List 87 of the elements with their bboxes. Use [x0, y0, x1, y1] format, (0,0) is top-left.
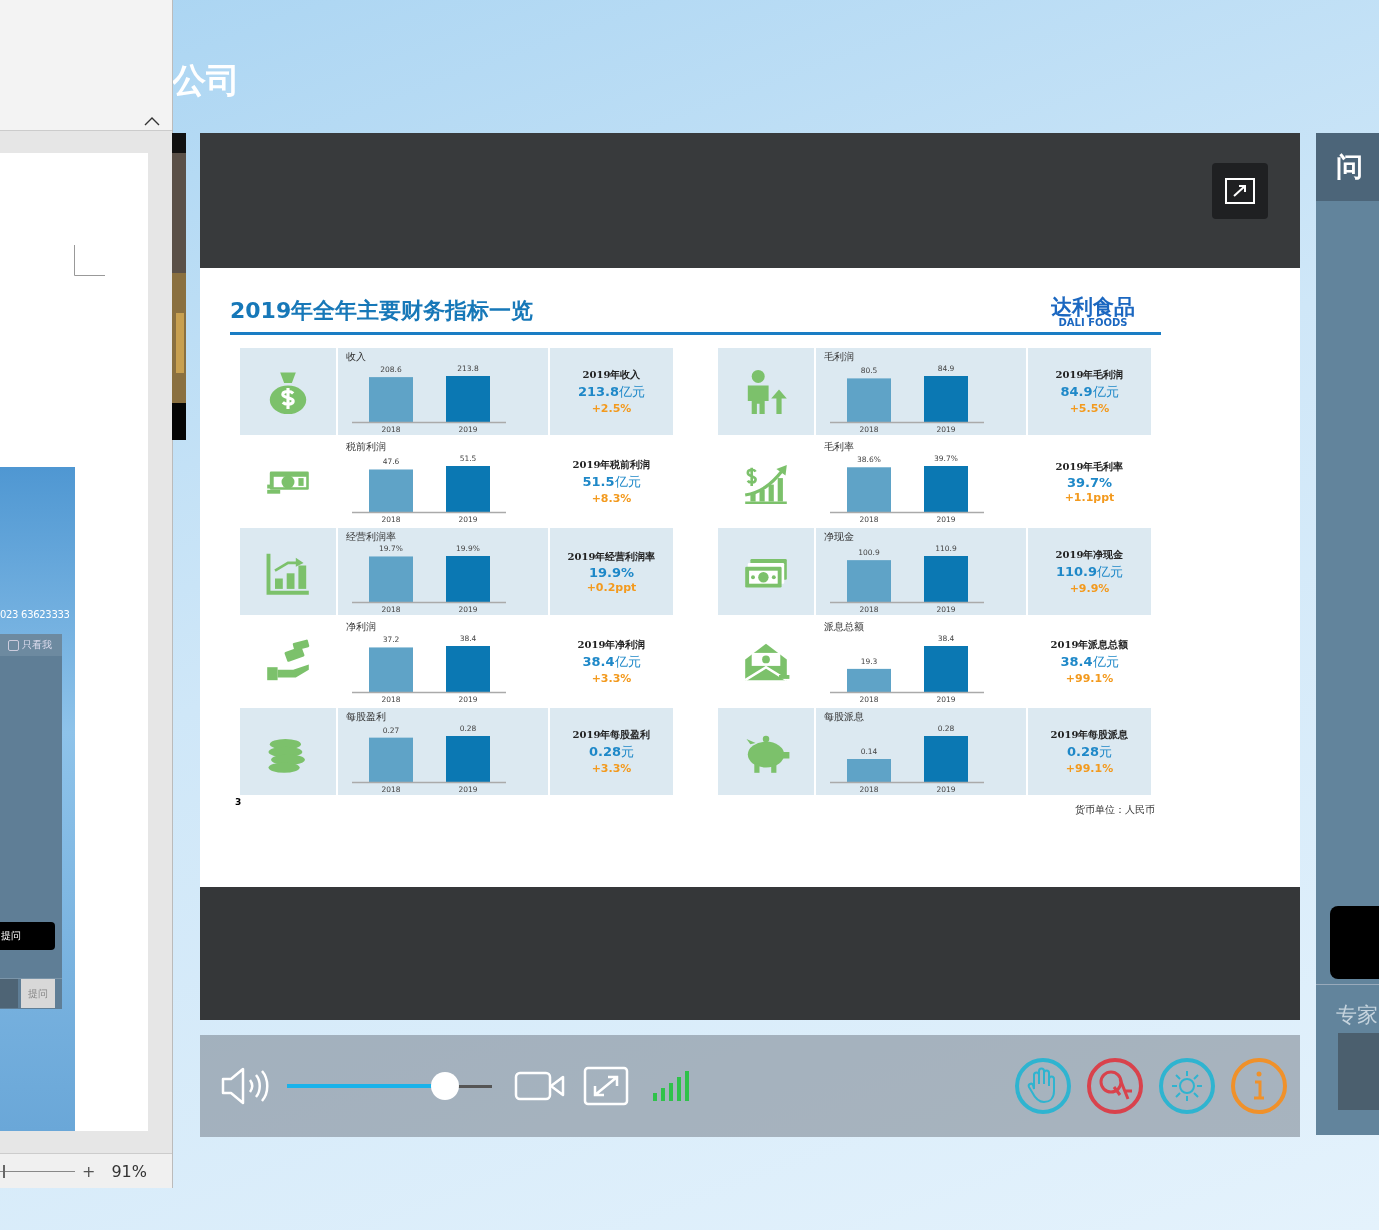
fullscreen-button[interactable]	[1212, 163, 1268, 219]
change-value: +1.1ppt	[1064, 490, 1115, 504]
summary-label: 2019年经营利润率	[567, 549, 656, 564]
page-number: 3	[235, 797, 242, 809]
panel-title: 问	[1336, 150, 1363, 184]
zoom-in-button[interactable]: +	[80, 1161, 98, 1181]
bar	[446, 646, 490, 692]
question-field[interactable]	[0, 979, 18, 1008]
bar	[369, 647, 413, 692]
change-value: +0.2ppt	[586, 580, 637, 594]
change-value: +3.3%	[591, 762, 632, 775]
brightness-icon[interactable]	[1158, 1057, 1216, 1115]
summary-value: 38.4亿元	[1060, 653, 1119, 671]
slide-title: 2019年全年主要财务指标一览	[230, 297, 534, 325]
bar	[924, 736, 968, 782]
summary-value: 19.9%	[588, 564, 635, 580]
logo-subtitle: DALI FOODS	[1058, 318, 1128, 328]
summary-value: 110.9亿元	[1055, 563, 1124, 581]
chart-title: 毛利率	[824, 441, 855, 453]
change-value: +99.1%	[1065, 672, 1114, 685]
change-value: +8.3%	[591, 492, 632, 505]
chart-title: 派息总额	[824, 621, 865, 633]
summary-label: 2019年税前利润	[572, 458, 651, 472]
bar	[847, 560, 891, 602]
summary-label: 2019年毛利润	[1055, 368, 1124, 382]
bar	[369, 377, 413, 422]
change-value: +99.1%	[1065, 762, 1114, 775]
speaker-icon[interactable]	[220, 1066, 270, 1106]
exit-fullscreen-icon[interactable]	[583, 1066, 629, 1106]
bar	[446, 556, 490, 602]
camera-icon[interactable]	[514, 1069, 566, 1103]
slider-thumb[interactable]	[430, 1072, 459, 1100]
bar	[446, 736, 490, 782]
chart-title: 净利润	[346, 621, 377, 633]
change-value: +9.9%	[1069, 582, 1110, 595]
bar	[369, 469, 413, 512]
summary-label: 2019年每股派息	[1050, 728, 1129, 742]
ask-button[interactable]: 提问	[0, 922, 55, 950]
page-title: 公司	[172, 59, 240, 102]
chart-title: 税前利润	[346, 441, 387, 453]
bar	[847, 759, 891, 782]
bar	[847, 378, 891, 422]
summary-label: 2019年派息总额	[1050, 638, 1129, 652]
logo-name: 达利食品	[1051, 297, 1135, 318]
chart-title: 净现金	[824, 531, 855, 543]
currency-note: 货币单位：人民币	[1075, 803, 1155, 817]
bar	[446, 466, 490, 512]
margin-mark-icon	[74, 245, 105, 276]
summary-label: 2019年毛利率	[1055, 459, 1124, 474]
change-value: +2.5%	[591, 402, 632, 415]
bar	[924, 556, 968, 602]
summary-value: 0.28元	[1066, 743, 1113, 761]
chart-title: 收入	[346, 351, 367, 363]
chart-title: 每股盈利	[346, 711, 387, 723]
summary-value: 213.8亿元	[577, 383, 646, 401]
chart-title: 每股派息	[824, 711, 865, 723]
bar	[847, 668, 891, 692]
bar	[446, 376, 490, 422]
summary-label: 2019年每股盈利	[572, 728, 651, 742]
expand-icon[interactable]	[1225, 178, 1255, 204]
chart-title: 毛利润	[824, 351, 855, 363]
summary-value: 38.4亿元	[582, 653, 641, 671]
phone-number: 023 63623333	[0, 609, 71, 620]
zoom-level: 91%	[111, 1161, 147, 1181]
checkbox-label: 只看我	[22, 638, 52, 652]
volume-slider[interactable]	[287, 1072, 492, 1100]
summary-label: 2019年净现金	[1055, 548, 1124, 562]
summary-label: 2019年净利润	[577, 638, 646, 652]
raise-hand-icon[interactable]	[1014, 1057, 1072, 1115]
info-icon[interactable]	[1230, 1057, 1288, 1115]
change-value: +5.5%	[1069, 402, 1110, 415]
summary-value: 84.9亿元	[1060, 383, 1119, 401]
chat-icon[interactable]	[1086, 1057, 1144, 1115]
bar	[924, 376, 968, 422]
chevron-up-icon[interactable]	[144, 116, 160, 126]
summary-value: 51.5亿元	[582, 473, 641, 491]
summary-value: 0.28元	[588, 743, 635, 761]
bar	[924, 646, 968, 692]
summary-value: 39.7%	[1066, 474, 1113, 490]
checkbox[interactable]	[8, 639, 19, 651]
bar	[847, 467, 891, 512]
change-value: +3.3%	[591, 672, 632, 685]
bar	[924, 466, 968, 512]
bar	[369, 556, 413, 602]
chart-title: 经营利润率	[346, 531, 397, 543]
summary-label: 2019年收入	[582, 368, 641, 382]
bar	[369, 737, 413, 782]
